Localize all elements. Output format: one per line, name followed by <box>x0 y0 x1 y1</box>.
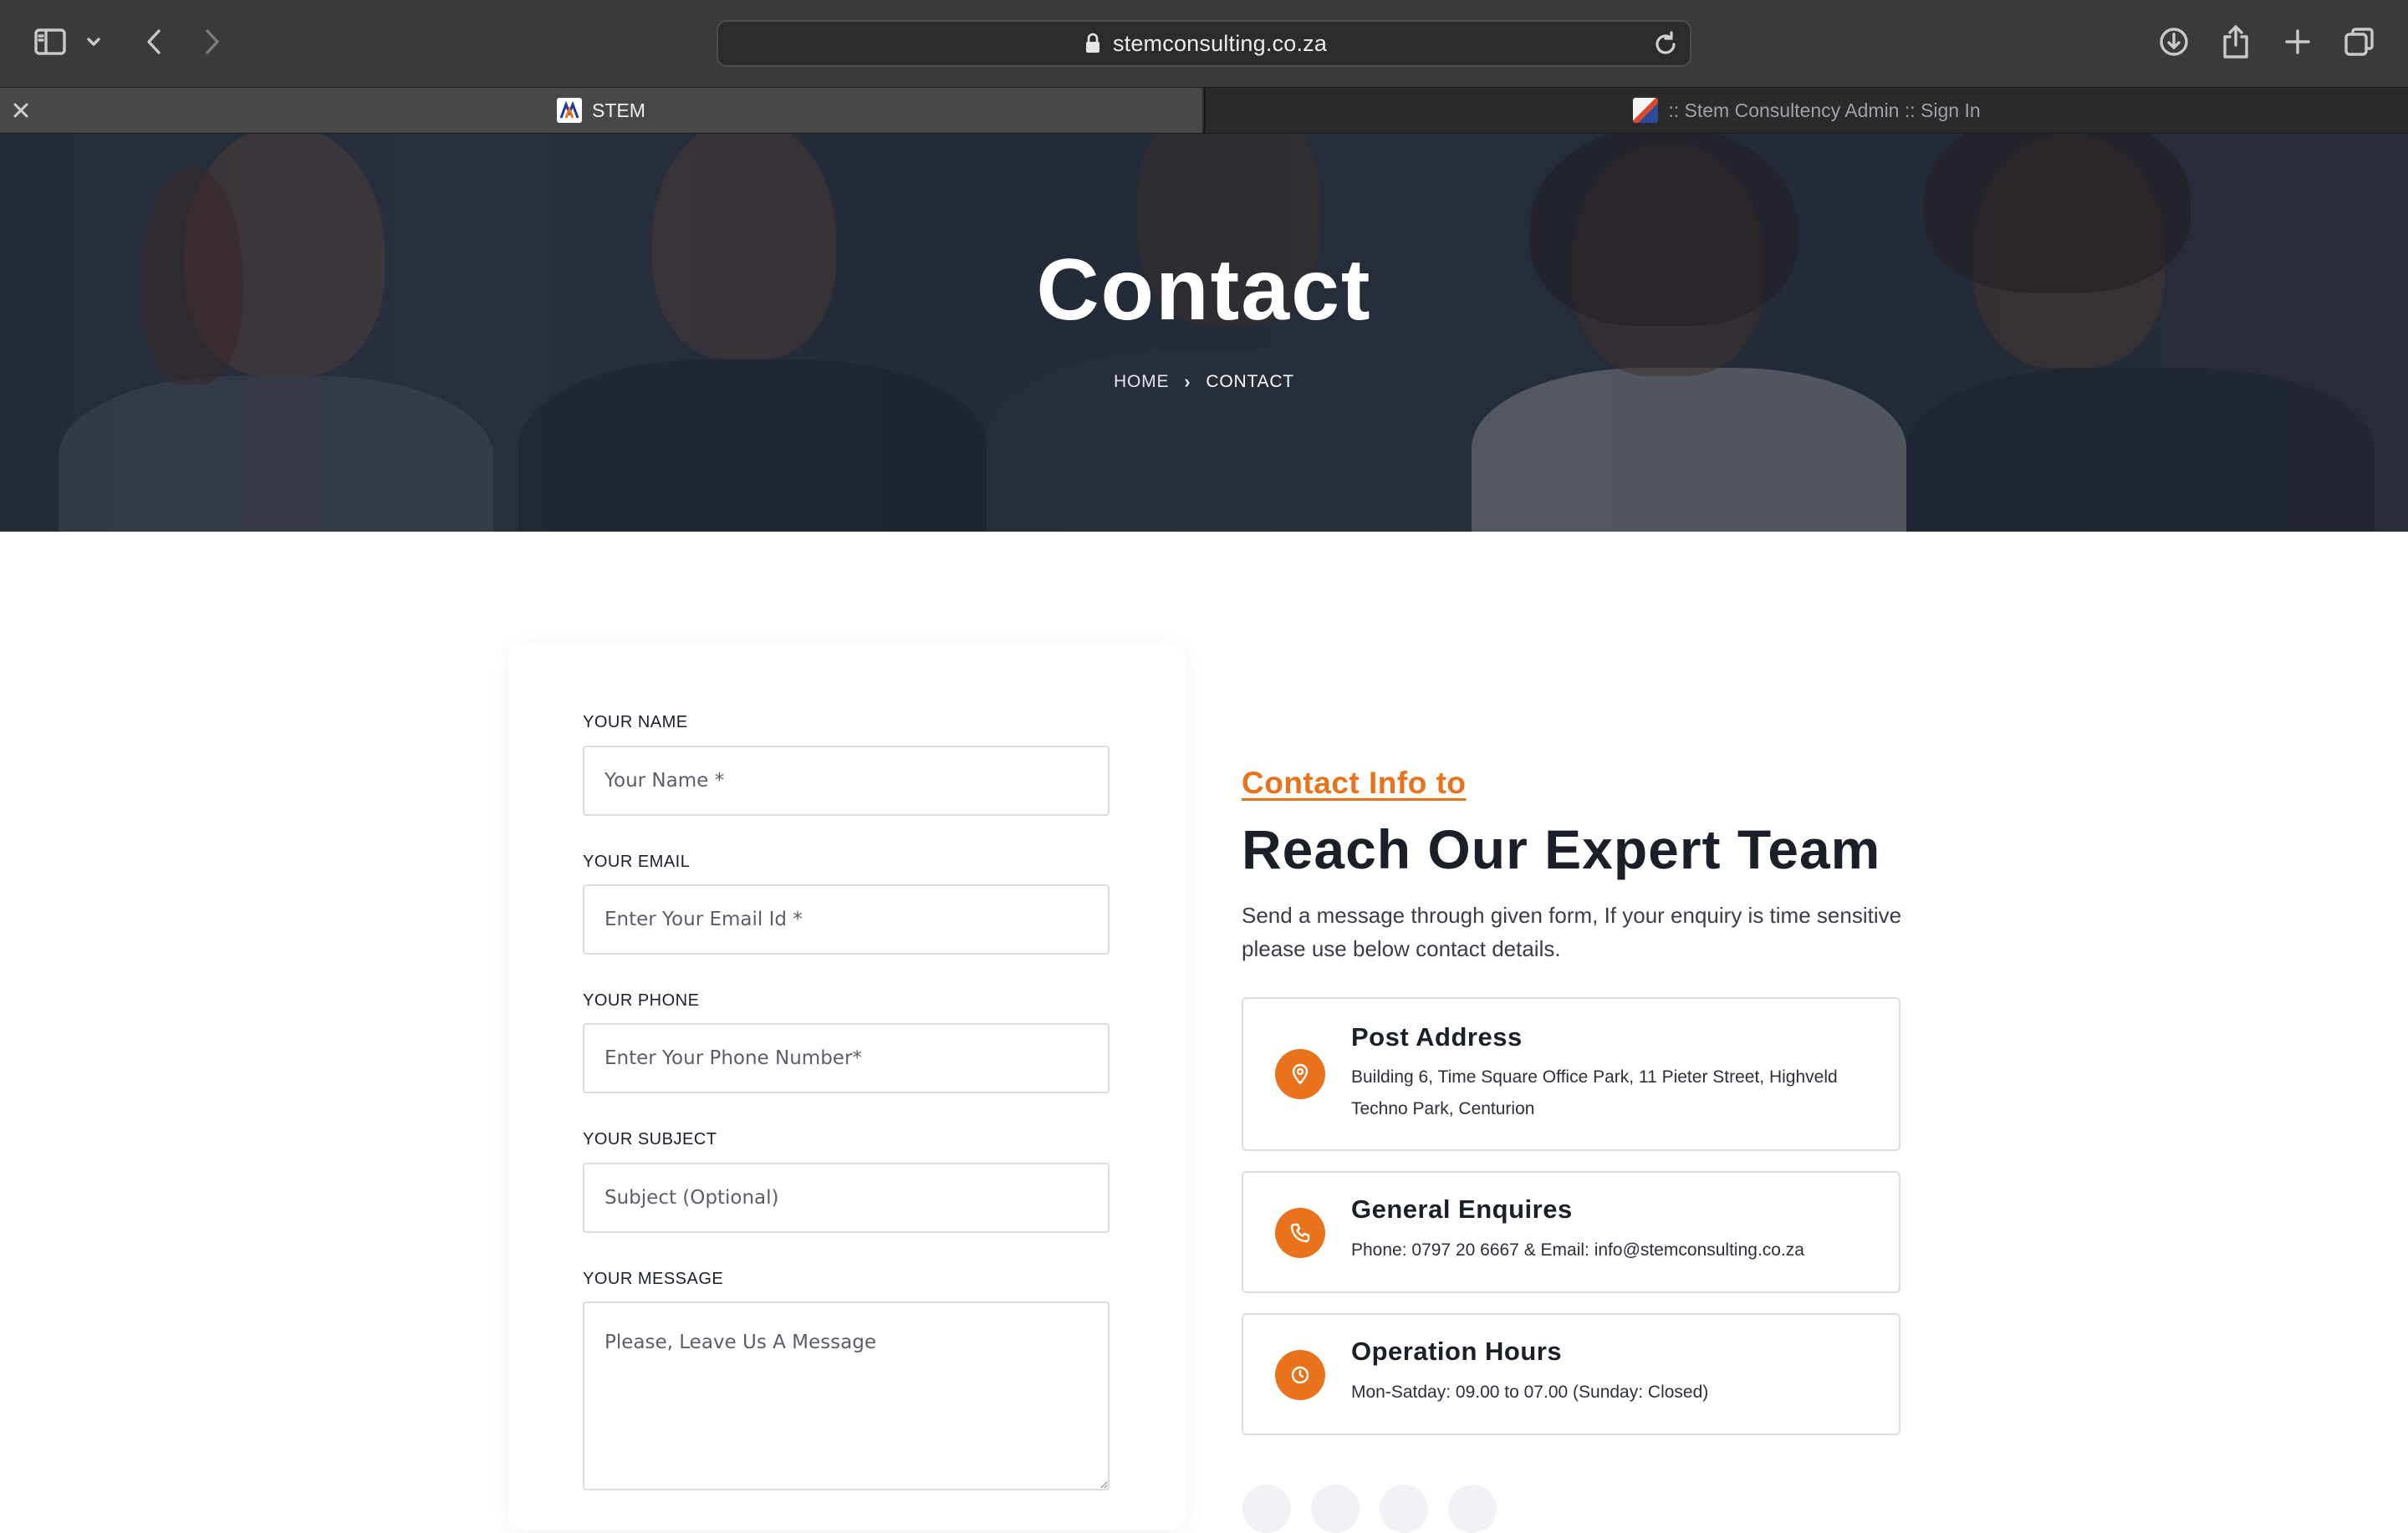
name-input[interactable] <box>583 746 1110 816</box>
info-card-text: Phone: 0797 20 6667 & Email: info@stemco… <box>1351 1240 1804 1260</box>
chevron-down-icon[interactable] <box>77 22 110 62</box>
phone-input[interactable] <box>583 1023 1110 1093</box>
new-tab-icon[interactable] <box>2278 22 2318 62</box>
close-tab-icon[interactable] <box>10 99 32 121</box>
forward-icon[interactable] <box>192 22 232 62</box>
info-card-operation-hours: Operation Hours Mon-Satday: 09.00 to 07.… <box>1242 1313 1900 1435</box>
facebook-icon[interactable] <box>1242 1485 1291 1533</box>
url-text: stemconsulting.co.za <box>1112 30 1328 56</box>
share-icon[interactable] <box>2216 22 2256 62</box>
admin-favicon-icon <box>1633 98 1659 123</box>
section-kicker: Contact Info to <box>1242 766 1467 800</box>
reload-icon[interactable] <box>1651 30 1680 59</box>
info-card-text: Building 6, Time Square Office Park, 11 … <box>1351 1067 1838 1118</box>
linkedin-icon[interactable] <box>1448 1485 1497 1533</box>
subject-label: YOUR SUBJECT <box>583 1130 717 1148</box>
info-card-text: Mon-Satday: 09.00 to 07.00 (Sunday: Clos… <box>1351 1383 1709 1402</box>
instagram-icon[interactable] <box>1380 1485 1428 1533</box>
subject-input[interactable] <box>583 1163 1110 1233</box>
info-card-post-address: Post Address Building 6, Time Square Off… <box>1242 997 1900 1151</box>
download-icon[interactable] <box>2154 22 2194 62</box>
breadcrumb-current: CONTACT <box>1206 372 1294 391</box>
message-textarea[interactable] <box>583 1301 1110 1490</box>
chevron-right-icon: › <box>1184 371 1191 392</box>
tab-label: :: Stem Consultency Admin :: Sign In <box>1668 99 1981 121</box>
tab-bar: STEM :: Stem Consultency Admin :: Sign I… <box>0 87 2408 134</box>
info-card-title: Operation Hours <box>1351 1337 1563 1366</box>
address-bar[interactable]: stemconsulting.co.za <box>717 20 1691 67</box>
tab-admin-sign-in[interactable]: :: Stem Consultency Admin :: Sign In <box>1204 88 2408 133</box>
breadcrumb: HOME › CONTACT <box>0 371 2408 393</box>
info-card-title: Post Address <box>1351 1022 1523 1052</box>
sidebar-toggle-icon[interactable] <box>30 22 70 62</box>
page-title: Contact <box>1036 242 1372 339</box>
tab-stem[interactable]: STEM <box>0 88 1202 133</box>
stem-favicon-icon <box>557 98 583 123</box>
clock-icon <box>1275 1350 1325 1400</box>
breadcrumb-home[interactable]: HOME <box>1114 372 1169 392</box>
contact-form-card: YOUR NAME YOUR EMAIL YOUR PHONE YOUR SUB… <box>508 644 1186 1530</box>
section-lead: Send a message through given form, If yo… <box>1242 903 1902 961</box>
email-label: YOUR EMAIL <box>583 853 691 871</box>
tab-overview-icon[interactable] <box>2339 22 2380 62</box>
message-label: YOUR MESSAGE <box>583 1270 724 1288</box>
tab-label: STEM <box>592 99 645 121</box>
map-pin-icon <box>1275 1049 1325 1099</box>
info-card-title: General Enquires <box>1351 1194 1573 1224</box>
section-heading: Reach Our Expert Team <box>1242 818 1881 880</box>
lock-icon <box>1081 32 1105 55</box>
hero-banner: Contact HOME › CONTACT <box>0 134 2408 532</box>
twitter-icon[interactable] <box>1311 1485 1360 1533</box>
phone-label: YOUR PHONE <box>583 991 700 1010</box>
browser-toolbar: stemconsulting.co.za <box>0 0 2408 87</box>
phone-icon <box>1275 1208 1325 1258</box>
email-input[interactable] <box>583 884 1110 955</box>
info-card-general-enquiries: General Enquires Phone: 0797 20 6667 & E… <box>1242 1171 1900 1293</box>
back-icon[interactable] <box>134 22 174 62</box>
name-label: YOUR NAME <box>583 713 688 731</box>
